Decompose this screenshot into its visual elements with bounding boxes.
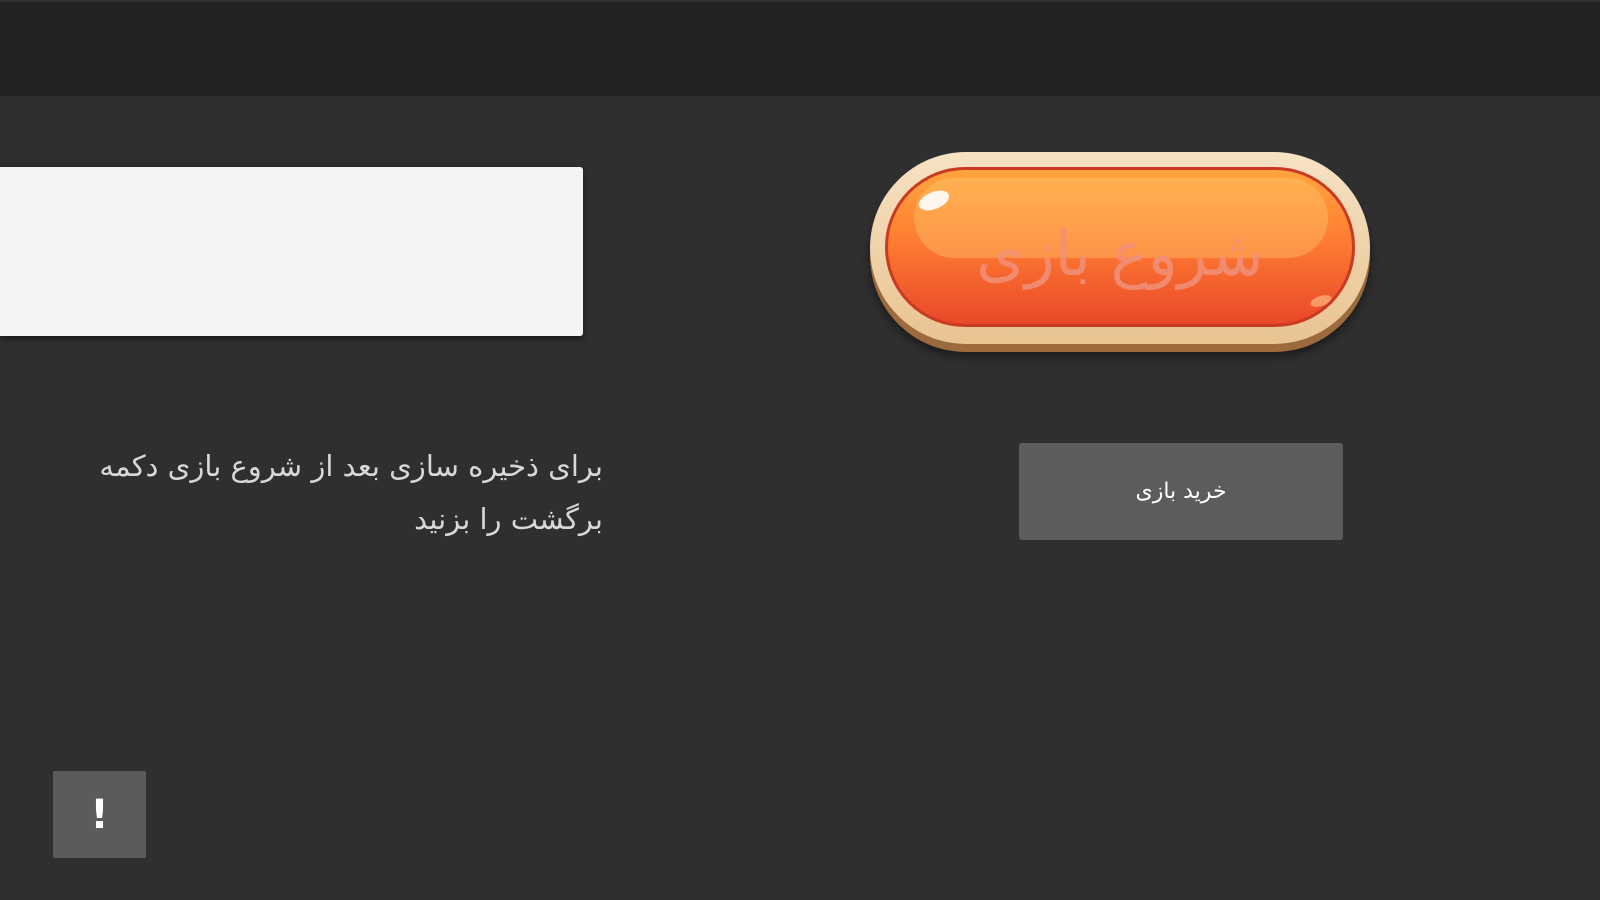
text-panel [0,167,583,336]
start-button-face: شروع بازی [885,167,1355,327]
exclamation-icon[interactable]: ! [53,771,146,858]
top-bar [0,2,1600,96]
start-game-button[interactable]: شروع بازی [870,152,1370,344]
game-menu-screen: شروع بازی خرید بازی برای ذخیره سازی بعد … [0,0,1600,900]
buy-game-button[interactable]: خرید بازی [1019,443,1343,540]
start-game-label: شروع بازی [976,216,1264,290]
save-hint-text: برای ذخیره سازی بعد از شروع بازی دکمه بر… [99,449,603,536]
